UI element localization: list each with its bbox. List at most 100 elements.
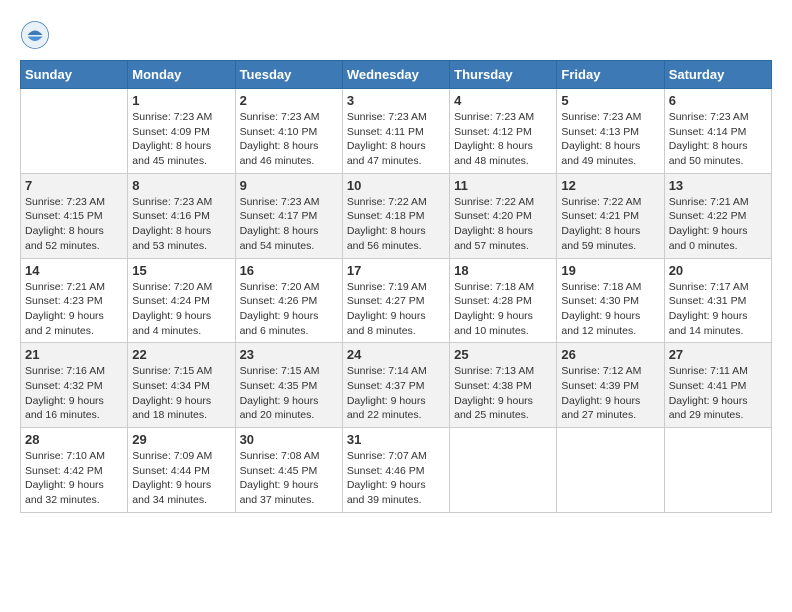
weekday-header-saturday: Saturday: [664, 61, 771, 89]
day-info: Sunrise: 7:13 AM Sunset: 4:38 PM Dayligh…: [454, 364, 552, 423]
sunrise-text: Sunrise: 7:15 AM: [132, 365, 212, 377]
daylight-text: Daylight: 8 hours and 48 minutes.: [454, 140, 533, 167]
sunset-text: Sunset: 4:18 PM: [347, 210, 425, 222]
weekday-header-tuesday: Tuesday: [235, 61, 342, 89]
sunset-text: Sunset: 4:27 PM: [347, 295, 425, 307]
calendar-cell: 24 Sunrise: 7:14 AM Sunset: 4:37 PM Dayl…: [342, 343, 449, 428]
day-info: Sunrise: 7:23 AM Sunset: 4:17 PM Dayligh…: [240, 195, 338, 254]
weekday-header-thursday: Thursday: [450, 61, 557, 89]
daylight-text: Daylight: 9 hours and 37 minutes.: [240, 479, 319, 506]
day-info: Sunrise: 7:17 AM Sunset: 4:31 PM Dayligh…: [669, 280, 767, 339]
day-info: Sunrise: 7:23 AM Sunset: 4:15 PM Dayligh…: [25, 195, 123, 254]
calendar-cell: 19 Sunrise: 7:18 AM Sunset: 4:30 PM Dayl…: [557, 258, 664, 343]
day-info: Sunrise: 7:15 AM Sunset: 4:34 PM Dayligh…: [132, 364, 230, 423]
weekday-header-wednesday: Wednesday: [342, 61, 449, 89]
daylight-text: Daylight: 9 hours and 14 minutes.: [669, 310, 748, 337]
sunset-text: Sunset: 4:22 PM: [669, 210, 747, 222]
calendar-cell: 29 Sunrise: 7:09 AM Sunset: 4:44 PM Dayl…: [128, 428, 235, 513]
sunset-text: Sunset: 4:39 PM: [561, 380, 639, 392]
daylight-text: Daylight: 8 hours and 56 minutes.: [347, 225, 426, 252]
day-number: 18: [454, 263, 552, 278]
sunset-text: Sunset: 4:42 PM: [25, 465, 103, 477]
calendar-cell: 14 Sunrise: 7:21 AM Sunset: 4:23 PM Dayl…: [21, 258, 128, 343]
weekday-header-sunday: Sunday: [21, 61, 128, 89]
sunrise-text: Sunrise: 7:10 AM: [25, 450, 105, 462]
calendar-cell: 20 Sunrise: 7:17 AM Sunset: 4:31 PM Dayl…: [664, 258, 771, 343]
calendar-week-row: 1 Sunrise: 7:23 AM Sunset: 4:09 PM Dayli…: [21, 89, 772, 174]
day-number: 24: [347, 347, 445, 362]
daylight-text: Daylight: 8 hours and 57 minutes.: [454, 225, 533, 252]
sunset-text: Sunset: 4:35 PM: [240, 380, 318, 392]
day-info: Sunrise: 7:11 AM Sunset: 4:41 PM Dayligh…: [669, 364, 767, 423]
sunset-text: Sunset: 4:11 PM: [347, 126, 424, 138]
day-info: Sunrise: 7:15 AM Sunset: 4:35 PM Dayligh…: [240, 364, 338, 423]
calendar-cell: 11 Sunrise: 7:22 AM Sunset: 4:20 PM Dayl…: [450, 173, 557, 258]
day-number: 2: [240, 93, 338, 108]
daylight-text: Daylight: 9 hours and 10 minutes.: [454, 310, 533, 337]
calendar-cell: 9 Sunrise: 7:23 AM Sunset: 4:17 PM Dayli…: [235, 173, 342, 258]
day-number: 17: [347, 263, 445, 278]
day-number: 20: [669, 263, 767, 278]
sunset-text: Sunset: 4:46 PM: [347, 465, 425, 477]
day-number: 11: [454, 178, 552, 193]
day-number: 16: [240, 263, 338, 278]
day-info: Sunrise: 7:07 AM Sunset: 4:46 PM Dayligh…: [347, 449, 445, 508]
sunrise-text: Sunrise: 7:23 AM: [669, 111, 749, 123]
day-info: Sunrise: 7:20 AM Sunset: 4:26 PM Dayligh…: [240, 280, 338, 339]
sunset-text: Sunset: 4:15 PM: [25, 210, 103, 222]
day-info: Sunrise: 7:08 AM Sunset: 4:45 PM Dayligh…: [240, 449, 338, 508]
sunset-text: Sunset: 4:44 PM: [132, 465, 210, 477]
calendar-cell: 8 Sunrise: 7:23 AM Sunset: 4:16 PM Dayli…: [128, 173, 235, 258]
day-info: Sunrise: 7:21 AM Sunset: 4:22 PM Dayligh…: [669, 195, 767, 254]
daylight-text: Daylight: 9 hours and 20 minutes.: [240, 395, 319, 422]
day-info: Sunrise: 7:22 AM Sunset: 4:21 PM Dayligh…: [561, 195, 659, 254]
sunset-text: Sunset: 4:14 PM: [669, 126, 747, 138]
day-info: Sunrise: 7:21 AM Sunset: 4:23 PM Dayligh…: [25, 280, 123, 339]
sunset-text: Sunset: 4:23 PM: [25, 295, 103, 307]
day-info: Sunrise: 7:19 AM Sunset: 4:27 PM Dayligh…: [347, 280, 445, 339]
day-number: 3: [347, 93, 445, 108]
calendar-week-row: 14 Sunrise: 7:21 AM Sunset: 4:23 PM Dayl…: [21, 258, 772, 343]
sunrise-text: Sunrise: 7:16 AM: [25, 365, 105, 377]
calendar-cell: 27 Sunrise: 7:11 AM Sunset: 4:41 PM Dayl…: [664, 343, 771, 428]
day-number: 9: [240, 178, 338, 193]
day-info: Sunrise: 7:20 AM Sunset: 4:24 PM Dayligh…: [132, 280, 230, 339]
sunset-text: Sunset: 4:16 PM: [132, 210, 210, 222]
day-number: 6: [669, 93, 767, 108]
page-header: [20, 20, 772, 50]
sunset-text: Sunset: 4:20 PM: [454, 210, 532, 222]
daylight-text: Daylight: 9 hours and 4 minutes.: [132, 310, 211, 337]
sunrise-text: Sunrise: 7:23 AM: [132, 111, 212, 123]
sunset-text: Sunset: 4:31 PM: [669, 295, 747, 307]
sunrise-text: Sunrise: 7:19 AM: [347, 281, 427, 293]
sunrise-text: Sunrise: 7:07 AM: [347, 450, 427, 462]
day-info: Sunrise: 7:18 AM Sunset: 4:30 PM Dayligh…: [561, 280, 659, 339]
sunset-text: Sunset: 4:10 PM: [240, 126, 318, 138]
sunset-text: Sunset: 4:28 PM: [454, 295, 532, 307]
daylight-text: Daylight: 9 hours and 32 minutes.: [25, 479, 104, 506]
calendar-cell: 13 Sunrise: 7:21 AM Sunset: 4:22 PM Dayl…: [664, 173, 771, 258]
calendar-cell: [557, 428, 664, 513]
daylight-text: Daylight: 8 hours and 46 minutes.: [240, 140, 319, 167]
calendar-cell: [450, 428, 557, 513]
calendar-cell: 23 Sunrise: 7:15 AM Sunset: 4:35 PM Dayl…: [235, 343, 342, 428]
sunrise-text: Sunrise: 7:13 AM: [454, 365, 534, 377]
sunset-text: Sunset: 4:37 PM: [347, 380, 425, 392]
day-number: 31: [347, 432, 445, 447]
calendar-cell: 22 Sunrise: 7:15 AM Sunset: 4:34 PM Dayl…: [128, 343, 235, 428]
calendar-cell: 2 Sunrise: 7:23 AM Sunset: 4:10 PM Dayli…: [235, 89, 342, 174]
sunrise-text: Sunrise: 7:15 AM: [240, 365, 320, 377]
sunset-text: Sunset: 4:41 PM: [669, 380, 747, 392]
sunrise-text: Sunrise: 7:23 AM: [132, 196, 212, 208]
daylight-text: Daylight: 8 hours and 47 minutes.: [347, 140, 426, 167]
day-info: Sunrise: 7:23 AM Sunset: 4:11 PM Dayligh…: [347, 110, 445, 169]
daylight-text: Daylight: 9 hours and 0 minutes.: [669, 225, 748, 252]
day-info: Sunrise: 7:22 AM Sunset: 4:18 PM Dayligh…: [347, 195, 445, 254]
weekday-header-friday: Friday: [557, 61, 664, 89]
sunrise-text: Sunrise: 7:14 AM: [347, 365, 427, 377]
sunset-text: Sunset: 4:45 PM: [240, 465, 318, 477]
sunrise-text: Sunrise: 7:20 AM: [240, 281, 320, 293]
sunrise-text: Sunrise: 7:18 AM: [561, 281, 641, 293]
calendar-cell: 10 Sunrise: 7:22 AM Sunset: 4:18 PM Dayl…: [342, 173, 449, 258]
sunset-text: Sunset: 4:09 PM: [132, 126, 210, 138]
